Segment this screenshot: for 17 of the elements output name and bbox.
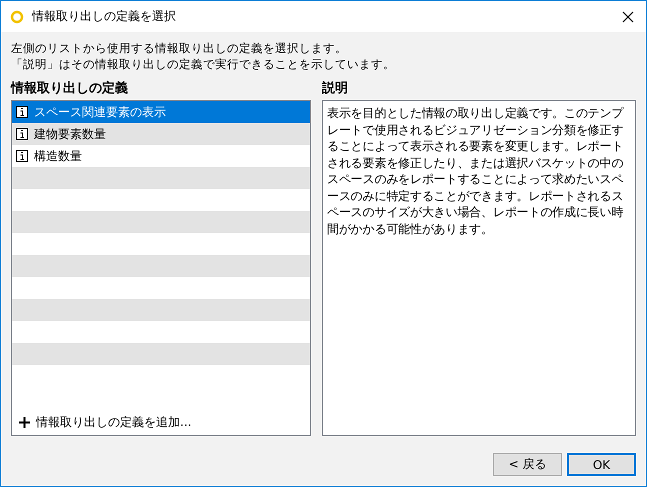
instruction-text: 「説明」はその情報取り出しの定義で実行できることを示しています。 — [11, 56, 396, 72]
app-icon — [10, 10, 24, 24]
list-item[interactable]: スペース関連要素の表示 — [12, 101, 310, 123]
info-icon — [16, 106, 28, 118]
add-definition-link[interactable]: 情報取り出しの定義を追加... — [12, 414, 192, 435]
description-heading: 説明 — [322, 80, 348, 98]
back-button[interactable]: < 戻る — [493, 453, 562, 476]
info-icon — [16, 128, 28, 140]
description-text: 表示を目的とした情報の取り出し定義です。このテンプレートで使用されるビジュアリゼーション分類を修正することによって表示される要素を変更します。レポートされる要素を修正したり、または選択バスケットの中のスペースのみをレポートすることによって求めたいスペースのみに特定することができます。レポートされるスペースのサイズが大きい場合、レポートの作成に長い時間がかかる可能性があります。 — [327, 105, 625, 237]
plus-icon — [19, 417, 30, 428]
close-icon[interactable] — [622, 10, 634, 22]
window-title: 情報取り出しの定義を選択 — [32, 8, 177, 25]
list-item[interactable]: 建物要素数量 — [12, 123, 310, 145]
instruction-text: 左側のリストから使用する情報取り出しの定義を選択します。 — [11, 40, 348, 56]
ok-button[interactable]: OK — [567, 453, 636, 476]
info-icon — [16, 150, 28, 162]
list-heading: 情報取り出しの定義 — [11, 80, 128, 98]
